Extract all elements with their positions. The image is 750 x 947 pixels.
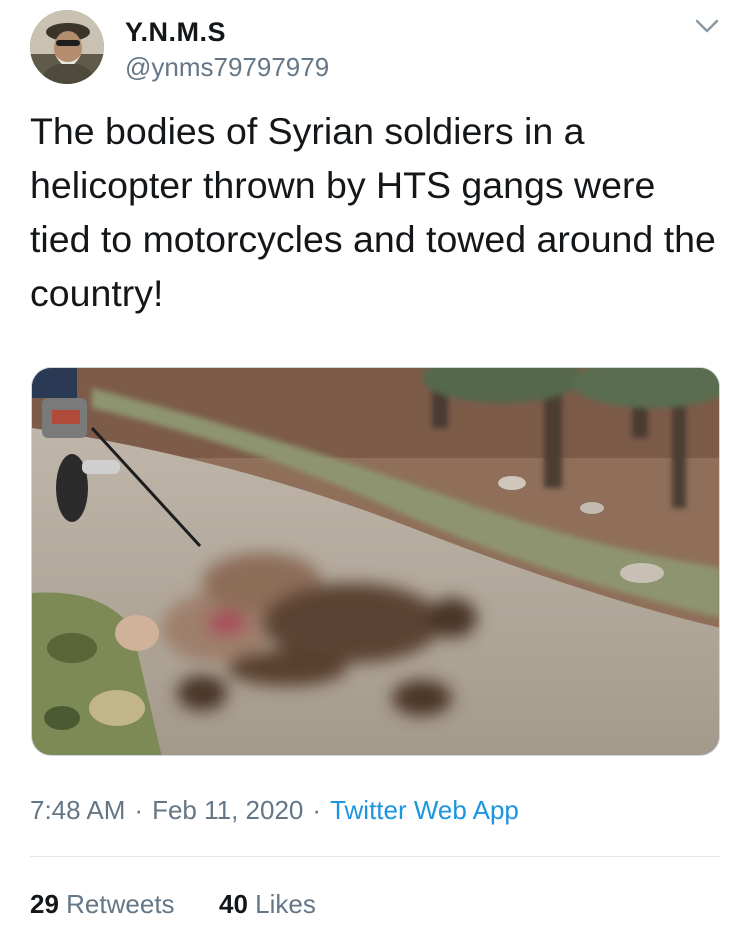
tweet-photo[interactable] (31, 367, 720, 756)
tweet-meta: 7:48 AM · Feb 11, 2020 · Twitter Web App (30, 795, 519, 826)
tweet-source-link[interactable]: Twitter Web App (330, 795, 519, 825)
likes-count: 40 (219, 889, 248, 919)
display-name[interactable]: Y.N.M.S (125, 17, 226, 48)
retweets-label: Retweets (66, 889, 175, 919)
tweet-text: The bodies of Syrian soldiers in a helic… (30, 110, 716, 314)
user-handle[interactable]: @ynms79797979 (125, 52, 329, 83)
tweet-card: Y.N.M.S @ynms79797979 The bodies of Syri… (0, 0, 750, 947)
tweet-stats: 29 Retweets 40 Likes (30, 889, 316, 920)
tweet-time[interactable]: 7:48 AM (30, 795, 125, 825)
retweets-count: 29 (30, 889, 59, 919)
likes-stat[interactable]: 40 Likes (212, 889, 316, 919)
tweet-date[interactable]: Feb 11, 2020 (152, 795, 303, 825)
photo-image (32, 368, 719, 755)
chevron-down-icon[interactable] (690, 14, 724, 40)
retweets-stat[interactable]: 29 Retweets (30, 889, 182, 919)
meta-separator: · (134, 795, 144, 825)
avatar[interactable] (30, 10, 104, 84)
divider (30, 856, 720, 857)
meta-separator: · (312, 795, 322, 825)
avatar-image (30, 10, 104, 84)
likes-label: Likes (255, 889, 316, 919)
